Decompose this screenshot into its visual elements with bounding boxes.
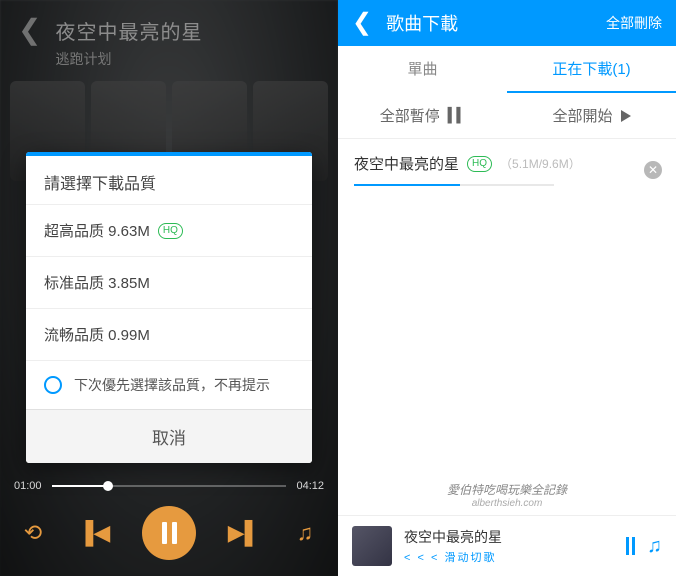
mini-info[interactable]: 夜空中最亮的星 < < < 滑动切歌 xyxy=(404,527,614,565)
previous-icon[interactable]: ▐◀ xyxy=(81,520,107,546)
remember-label: 下次優先選擇該品質，不再提示 xyxy=(74,375,270,395)
download-progress xyxy=(354,184,554,186)
time-total: 04:12 xyxy=(296,480,324,492)
quality-option-smooth[interactable]: 流畅品质 0.99M xyxy=(26,308,312,360)
remember-choice-row[interactable]: 下次優先選擇該品質，不再提示 xyxy=(26,360,312,409)
pause-icon: ▍▍ xyxy=(448,107,466,124)
hq-badge-icon: HQ xyxy=(467,156,492,172)
pause-all-button[interactable]: 全部暫停 ▍▍ xyxy=(338,93,507,138)
progress-fill xyxy=(52,485,108,487)
progress-track[interactable] xyxy=(52,485,287,487)
play-icon xyxy=(621,110,631,122)
download-screen: ❮ 歌曲下載 全部刪除 單曲 正在下載(1) 全部暫停 ▍▍ 全部開始 夜空中最… xyxy=(338,0,676,576)
quality-dialog: 請選擇下載品質 超高品质 9.63M HQ 标准品质 3.85M 流畅品质 0.… xyxy=(26,152,312,463)
quality-option-hq[interactable]: 超高品质 9.63M HQ xyxy=(26,204,312,256)
mini-pause-button[interactable] xyxy=(626,537,635,555)
start-all-label: 全部開始 xyxy=(552,105,612,126)
music-player-screen: ❮ 夜空中最亮的星 逃跑计划 請選擇下載品質 超高品质 9.63M HQ 标准品… xyxy=(0,0,338,576)
delete-all-button[interactable]: 全部刪除 xyxy=(606,13,662,33)
shuffle-icon[interactable]: ⟲ xyxy=(20,520,46,546)
tab-downloading[interactable]: 正在下載(1) xyxy=(507,46,676,93)
cancel-button[interactable]: 取消 xyxy=(26,409,312,463)
pause-button[interactable] xyxy=(142,506,196,560)
mini-playlist-icon[interactable]: ♫ xyxy=(647,535,662,558)
time-elapsed: 01:00 xyxy=(14,480,42,492)
mini-title: 夜空中最亮的星 xyxy=(404,527,614,547)
content-spacer: 愛伯特吃喝玩樂全記錄 alberthsieh.com xyxy=(338,194,676,515)
mini-album-art[interactable] xyxy=(352,526,392,566)
watermark-line1: 愛伯特吃喝玩樂全記錄 xyxy=(338,481,676,498)
start-all-button[interactable]: 全部開始 xyxy=(507,93,676,138)
dialog-title: 請選擇下載品質 xyxy=(26,156,312,204)
download-progress-fill xyxy=(354,184,460,186)
playlist-icon[interactable]: ♫ xyxy=(292,520,318,546)
next-icon[interactable]: ▶▌ xyxy=(231,520,257,546)
mini-swipe-hint: < < < 滑动切歌 xyxy=(404,549,614,565)
download-size: （5.1M/9.6M） xyxy=(500,155,581,172)
watermark: 愛伯特吃喝玩樂全記錄 alberthsieh.com xyxy=(338,481,676,509)
download-header: ❮ 歌曲下載 全部刪除 xyxy=(338,0,676,46)
tab-bar: 單曲 正在下載(1) xyxy=(338,46,676,93)
radio-icon[interactable] xyxy=(44,376,62,394)
progress-bar[interactable]: 01:00 04:12 xyxy=(14,480,324,492)
quality-label: 流畅品质 0.99M xyxy=(44,324,150,345)
download-name: 夜空中最亮的星 xyxy=(354,153,459,174)
hq-badge-icon: HQ xyxy=(158,223,183,239)
close-icon[interactable]: ✕ xyxy=(644,161,662,179)
bulk-actions: 全部暫停 ▍▍ 全部開始 xyxy=(338,93,676,139)
back-icon[interactable]: ❮ xyxy=(352,11,372,35)
page-title: 歌曲下載 xyxy=(386,10,592,36)
mini-player: 夜空中最亮的星 < < < 滑动切歌 ♫ xyxy=(338,515,676,576)
quality-label: 超高品质 9.63M xyxy=(44,220,150,241)
tab-single[interactable]: 單曲 xyxy=(338,46,507,93)
quality-label: 标准品质 3.85M xyxy=(44,272,150,293)
download-item[interactable]: 夜空中最亮的星 HQ （5.1M/9.6M） ✕ xyxy=(338,139,676,194)
pause-all-label: 全部暫停 xyxy=(380,105,440,126)
watermark-line2: alberthsieh.com xyxy=(338,498,676,509)
control-buttons: ⟲ ▐◀ ▶▌ ♫ xyxy=(14,502,324,564)
quality-option-standard[interactable]: 标准品质 3.85M xyxy=(26,256,312,308)
progress-thumb[interactable] xyxy=(103,481,113,491)
pause-icon xyxy=(162,522,177,544)
player-controls: 01:00 04:12 ⟲ ▐◀ ▶▌ ♫ xyxy=(0,480,338,576)
